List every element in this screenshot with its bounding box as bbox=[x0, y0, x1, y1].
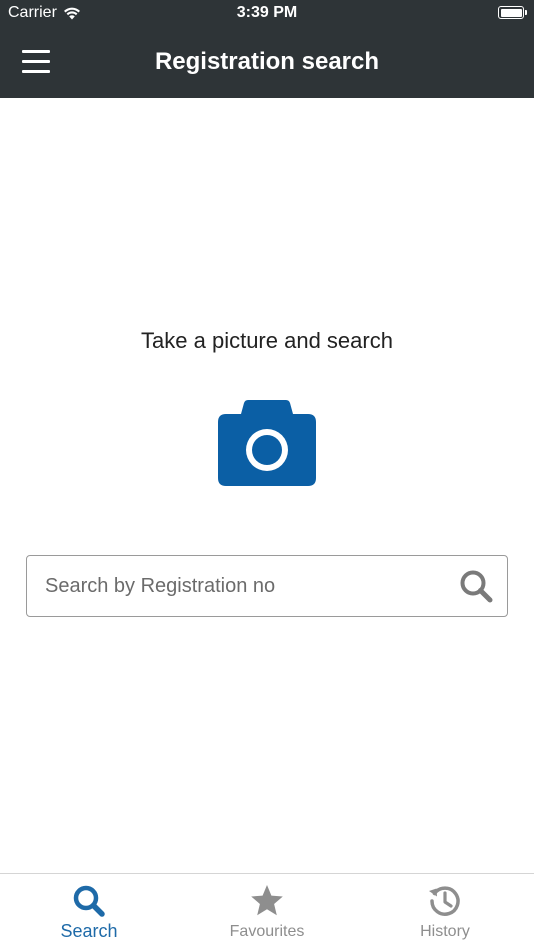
registration-search-input[interactable] bbox=[27, 555, 459, 617]
app-screen: Carrier 3:39 PM Registration search Take… bbox=[0, 0, 534, 950]
tab-history[interactable]: History bbox=[356, 874, 534, 950]
tab-favourites[interactable]: Favourites bbox=[178, 874, 356, 950]
tab-history-label: History bbox=[420, 923, 470, 940]
tab-favourites-label: Favourites bbox=[229, 923, 305, 940]
camera-button[interactable] bbox=[218, 400, 316, 486]
header-bar: Carrier 3:39 PM Registration search bbox=[0, 0, 534, 98]
search-icon bbox=[73, 885, 105, 917]
search-icon[interactable] bbox=[459, 569, 493, 603]
battery-icon bbox=[498, 6, 527, 19]
status-bar: Carrier 3:39 PM bbox=[0, 0, 534, 28]
nav-bar: Registration search bbox=[0, 28, 534, 98]
camera-icon bbox=[218, 400, 316, 486]
star-icon bbox=[251, 885, 283, 916]
take-picture-prompt: Take a picture and search bbox=[141, 328, 393, 353]
registration-search-box bbox=[26, 555, 508, 617]
tab-search-label: Search bbox=[60, 921, 118, 941]
tab-bar: Search Favourites History bbox=[0, 873, 534, 950]
page-title: Registration search bbox=[154, 48, 380, 75]
history-icon bbox=[429, 886, 460, 916]
tab-search[interactable]: Search bbox=[0, 874, 178, 950]
status-time: 3:39 PM bbox=[236, 4, 298, 21]
